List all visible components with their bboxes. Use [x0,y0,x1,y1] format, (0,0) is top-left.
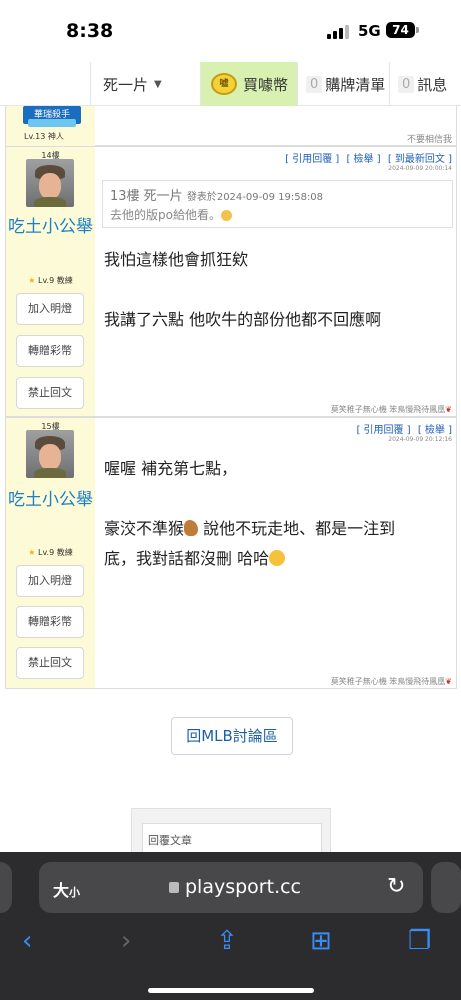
post-text-part: 說他不玩走地、都是一注到 [198,519,396,538]
url-text: playsport.cc [169,876,301,898]
battery-tip [416,27,419,33]
cart-link[interactable]: 0 購牌清單 [297,62,389,106]
post-signature: 莫笑稚子無心機 笨鳥慢飛待鳳凰❦ [331,404,452,415]
post-line-3: 底，我對話都沒刪 哈哈 [104,544,444,574]
forward-icon[interactable]: › [121,926,131,956]
address-bar[interactable]: 大小 playsport.cc ↻ [39,862,423,913]
rank-label: ★ Lv.9 教練 [6,275,95,286]
block-reply-button[interactable]: 禁止回文 [16,377,84,409]
bird-icon: ❦ [445,405,452,414]
add-lamp-button[interactable]: 加入明燈 [16,293,84,325]
home-indicator [148,988,314,993]
url-value: playsport.cc [185,876,302,898]
squirrel-emoji-icon [184,520,199,536]
add-lamp-button[interactable]: 加入明燈 [16,565,84,597]
block-reply-button[interactable]: 禁止回文 [16,647,84,679]
rank-text: Lv.9 教練 [37,276,73,285]
messages-link[interactable]: 0 訊息 [389,62,461,106]
chevron-down-icon: ▼ [154,78,162,90]
signature-text: 莫笑稚子無心機 笨鳥慢飛待鳳凰 [330,405,446,414]
quote-body: 去他的版po給他看。 [110,206,445,223]
status-bar: 8:38 5G 74 [0,0,461,62]
bird-icon: ❦ [445,677,452,686]
signature-text: 莫笑稚子無心機 笨鳥慢飛待鳳凰 [330,677,446,686]
battery-icon: 74 [386,22,415,38]
user-menu[interactable]: 死一片 ▼ [90,62,201,106]
cart-label: 購牌清單 [325,75,386,94]
username[interactable]: 吃土小公舉 [6,215,95,240]
post-15: 15樓 吃土小公舉 ★ Lv.9 教練 加入明燈 轉贈彩幣 禁止回文 [ 引用回… [5,417,457,689]
post-text-part: 豪洨不準猴 [104,519,185,538]
browser-toolbar: 大小 playsport.cc ↻ ‹ › ⇪ ⊞ ❐ [0,852,461,1000]
text-size-small: 小 [69,886,81,899]
quote-reply-link[interactable]: [ 引用回覆 ] [285,154,339,165]
lock-icon [169,882,179,893]
post-time: 2024-09-09 20:12:16 [388,436,452,443]
quote-block: 13樓 死一片 發表於2024-09-09 19:58:08 去他的版po給他看… [102,180,453,228]
tabs-icon[interactable]: ❐ [408,926,431,956]
buy-coins-button[interactable]: 噓 買噱幣 [201,62,297,106]
post-text-part: 底，我對話都沒刪 哈哈 [104,549,270,568]
previous-tab[interactable] [0,862,12,913]
coin-icon: 噓 [211,73,237,95]
text-size-button[interactable]: 大小 [53,877,80,901]
star-icon: ★ [28,276,36,285]
username[interactable]: 吃土小公舉 [6,488,95,513]
post-signature: 莫笑稚子無心機 笨鳥慢飛待鳳凰❦ [331,676,452,687]
post-line-2: 我講了六點 他吹牛的部份他都不回應啊 [104,310,382,329]
avatar-body [34,468,66,478]
laugh-emoji-icon [269,550,286,566]
share-icon[interactable]: ⇪ [216,926,238,956]
clock: 8:38 [66,20,114,42]
post-14: 14樓 吃土小公舉 ★ Lv.9 教練 加入明燈 轉贈彩幣 禁止回文 [ 引用回… [5,146,457,417]
post-actions: [ 引用回覆 ] [ 檢舉 ] [ 到最新回文 ] [281,150,452,165]
post-line-1: 喔喔 補充第七點， [104,459,238,478]
signature: 不要相信我 [406,135,452,145]
avatar-body [34,197,66,207]
messages-count: 0 [398,75,415,93]
user-menu-label: 死一片 [103,75,149,94]
smile-emoji-icon [220,210,232,221]
text-size-large: 大 [53,881,70,900]
post-actions: [ 引用回覆 ] [ 檢舉 ] [352,421,452,436]
back-icon[interactable]: ‹ [22,926,32,956]
quote-text: 去他的版po給他看。 [110,208,221,222]
buy-coins-label: 買噱幣 [243,75,289,94]
top-nav: 死一片 ▼ 噓 買噱幣 0 購牌清單 0 訊息 [0,62,461,106]
messages-label: 訊息 [417,75,448,94]
back-to-forum-button[interactable]: 回MLB討論區 [171,717,293,755]
avatar-face [39,444,61,470]
quote-header: 13樓 死一片 發表於2024-09-09 19:58:08 [110,185,445,204]
gift-coins-button[interactable]: 轉贈彩幣 [16,606,84,638]
post-time: 2024-09-09 20:00:14 [388,165,452,172]
quote-reply-link[interactable]: [ 引用回覆 ] [356,425,410,436]
star-icon: ★ [28,548,36,557]
level-label: Lv.13 神人 [24,132,64,141]
previous-post: 華瑞殺手 Lv.13 神人 不要相信我 [5,106,457,146]
avatar[interactable] [26,430,74,478]
reload-icon[interactable]: ↻ [387,874,405,899]
quote-author: 13樓 死一片 [110,189,183,204]
cart-count: 0 [306,75,323,93]
next-tab[interactable] [431,862,461,913]
avatar-face [39,173,61,199]
post-line-2: 豪洨不準猴 說他不玩走地、都是一注到 [104,514,444,544]
gift-coins-button[interactable]: 轉贈彩幣 [16,335,84,367]
report-link[interactable]: [ 檢舉 ] [418,425,452,436]
rank-label: ★ Lv.9 教練 [6,547,95,558]
rank-text: Lv.9 教練 [37,548,73,557]
latest-reply-link[interactable]: [ 到最新回文 ] [388,154,452,165]
network-type: 5G [358,22,381,40]
bookmarks-icon[interactable]: ⊞ [310,926,332,956]
avatar[interactable] [26,159,74,207]
post-line-1: 我怕這樣他會抓狂欸 [104,250,249,269]
signal-icon [327,25,349,39]
badge-ribbon [28,119,76,127]
report-link[interactable]: [ 檢舉 ] [346,154,380,165]
quote-meta: 發表於2024-09-09 19:58:08 [186,192,324,203]
